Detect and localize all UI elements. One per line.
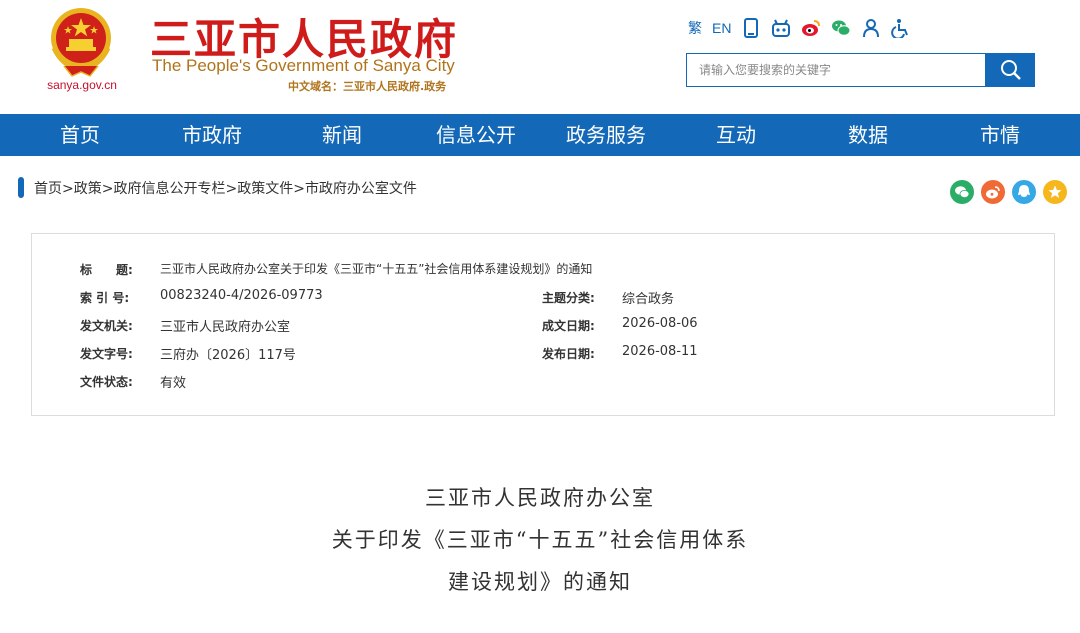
document-status-value: 有效 (160, 376, 187, 391)
breadcrumb-separator: > (293, 181, 305, 197)
user-icon[interactable] (861, 18, 881, 38)
wechat-share-icon[interactable] (950, 180, 974, 204)
site-domain: sanya.gov.cn (47, 78, 117, 92)
weibo-share-icon[interactable] (981, 180, 1005, 204)
nav-item-home[interactable]: 首页 (30, 114, 130, 156)
issuing-authority-label: 发文机关: (80, 319, 133, 333)
document-info-panel: 标 题: 三亚市人民政府办公室关于印发《三亚市“十五五”社会信用体系建设规划》的… (31, 233, 1055, 416)
search-input[interactable] (687, 54, 985, 86)
top-toolbar: 繁 EN (688, 17, 911, 39)
site-subtitle: The People's Government of Sanya City (152, 56, 455, 75)
accessibility-icon[interactable] (891, 18, 911, 38)
chinese-domain: 中文域名：三亚市人民政府.政务 (288, 80, 447, 93)
document-title-line-3: 建设规划》的通知 (448, 570, 632, 594)
english-link[interactable]: EN (712, 20, 731, 36)
topic-category-value: 综合政务 (622, 292, 675, 307)
breadcrumb: 首页>政策>政府信息公开专栏>政策文件>市政府办公室文件 (34, 178, 417, 198)
search-icon (1000, 60, 1021, 80)
breadcrumb-item-home[interactable]: 首页 (34, 181, 62, 197)
wechat-icon[interactable] (831, 18, 851, 38)
nav-item-information-disclosure[interactable]: 信息公开 (420, 114, 532, 156)
title-value: 三亚市人民政府办公室关于印发《三亚市“十五五”社会信用体系建设规划》的通知 (160, 262, 593, 276)
breadcrumb-item-policy[interactable]: 政策 (74, 181, 102, 197)
nav-item-government-services[interactable]: 政务服务 (552, 114, 660, 156)
title-label: 标 题: (80, 263, 133, 277)
weibo-icon[interactable] (801, 18, 821, 38)
document-title-line-2: 关于印发《三亚市“十五五”社会信用体系 (331, 528, 749, 552)
breadcrumb-separator: > (101, 181, 114, 197)
breadcrumb-separator: > (62, 181, 74, 197)
nav-item-data[interactable]: 数据 (818, 114, 918, 156)
breadcrumb-separator: > (225, 181, 238, 197)
main-nav: 首页 市政府 新闻 信息公开 政务服务 互动 数据 市情 (0, 114, 1080, 156)
nav-item-municipal-government[interactable]: 市政府 (160, 114, 264, 156)
mobile-icon[interactable] (741, 18, 761, 38)
breadcrumb-bar: 首页>政策>政府信息公开专栏>政策文件>市政府办公室文件 (0, 156, 1080, 218)
qq-share-icon[interactable] (1012, 180, 1036, 204)
traditional-chinese-link[interactable]: 繁 (688, 18, 702, 38)
robot-icon[interactable] (771, 18, 791, 38)
document-title-line-1: 三亚市人民政府办公室 (425, 486, 655, 510)
breadcrumb-marker (18, 177, 24, 198)
creation-date-label: 成文日期: (542, 319, 595, 333)
national-emblem-logo[interactable] (42, 2, 120, 80)
document-number-label: 发文字号: (80, 347, 133, 361)
favorite-icon[interactable] (1043, 180, 1067, 204)
issuing-authority-value: 三亚市人民政府办公室 (160, 320, 291, 335)
nav-item-news[interactable]: 新闻 (292, 114, 392, 156)
creation-date-value: 2026-08-06 (622, 316, 698, 331)
nav-item-interaction[interactable]: 互动 (686, 114, 786, 156)
publish-date-value: 2026-08-11 (622, 344, 698, 359)
document-number-value: 三府办〔2026〕117号 (160, 348, 296, 363)
document-status-label: 文件状态: (80, 375, 133, 389)
nav-item-city-info[interactable]: 市情 (950, 114, 1050, 156)
index-number-label: 索 引 号: (80, 291, 130, 305)
search-button[interactable] (986, 53, 1035, 87)
index-number-value: 00823240-4/2026-09773 (160, 288, 323, 303)
site-header: sanya.gov.cn 三亚市人民政府 The People's Govern… (0, 0, 1080, 114)
publish-date-label: 发布日期: (542, 347, 595, 361)
breadcrumb-item-policy-documents[interactable]: 政策文件 (237, 181, 293, 197)
search-box (686, 53, 986, 87)
topic-category-label: 主题分类: (542, 291, 595, 305)
breadcrumb-item-disclosure-column[interactable]: 政府信息公开专栏 (113, 181, 225, 197)
breadcrumb-item-office-documents[interactable]: 市政府办公室文件 (305, 181, 417, 197)
